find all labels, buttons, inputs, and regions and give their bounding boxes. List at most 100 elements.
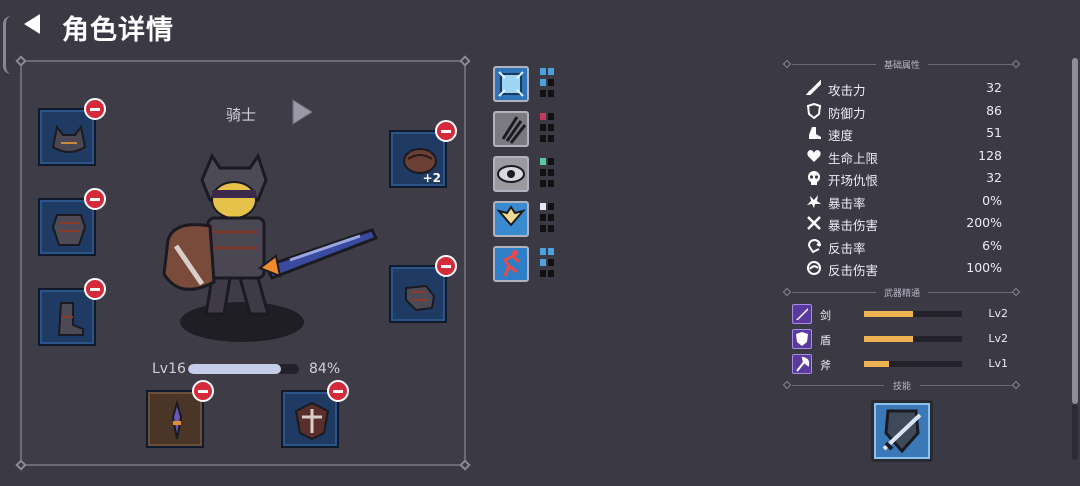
enhance-level: +2 <box>422 171 441 185</box>
section-title: 武器精通 <box>883 289 920 299</box>
skill-pip <box>540 68 546 75</box>
skill-pip <box>548 259 554 266</box>
frost-shield-skill-icon <box>498 71 524 97</box>
shield-mastery-icon <box>792 329 812 349</box>
equip-slot-weapon[interactable] <box>146 380 214 448</box>
skill-level-pips <box>540 68 556 102</box>
gauntlet-icon <box>405 284 436 312</box>
skill-slot[interactable] <box>493 66 529 102</box>
remove-equipment-button[interactable] <box>84 98 106 120</box>
skill-pip <box>540 158 546 165</box>
remove-equipment-button[interactable] <box>327 380 349 402</box>
scrollbar-track <box>1072 404 1078 460</box>
page-title: 角色详情 <box>62 15 174 46</box>
equip-slot-shield[interactable] <box>281 380 349 448</box>
section-header: 技能 <box>782 379 1021 393</box>
stat-name: 反击伤害 <box>828 263 879 278</box>
sword-icon <box>806 80 821 95</box>
equip-slot-boots[interactable] <box>38 278 106 346</box>
section-header: 基础属性 <box>782 58 1021 72</box>
remove-equipment-button[interactable] <box>84 188 106 210</box>
scrollbar-thumb[interactable] <box>1072 58 1078 404</box>
mastery-bar-fill <box>864 361 889 367</box>
stat-name: 速度 <box>828 128 854 143</box>
equip-slot-armor[interactable] <box>38 188 106 256</box>
skill-pip <box>540 90 546 97</box>
equip-slot-gloves[interactable] <box>389 255 457 323</box>
panel-corner <box>15 459 27 471</box>
crit-burst-icon <box>807 195 821 208</box>
equip-slot-helmet[interactable] <box>38 98 106 166</box>
shield-sword-skill-icon <box>882 409 922 454</box>
xp-percent: 84% <box>309 361 341 377</box>
remove-equipment-button[interactable] <box>192 380 214 402</box>
section-title: 基础属性 <box>883 61 920 71</box>
stat-value: 100% <box>966 260 1002 275</box>
equip-slot-accessory[interactable]: +2 <box>389 120 457 188</box>
skill-pip <box>540 259 546 266</box>
wings-skill-icon <box>496 205 526 227</box>
wolf-helmet-icon <box>51 124 87 153</box>
stat-value: 51 <box>986 125 1002 140</box>
back-button[interactable] <box>20 12 44 36</box>
stat-name: 开场仇恨 <box>828 173 879 188</box>
skill-pip <box>548 158 554 165</box>
class-name: 骑士 <box>226 106 257 124</box>
skill-pip <box>540 135 546 142</box>
remove-equipment-button[interactable] <box>84 278 106 300</box>
next-class-button[interactable] <box>290 98 314 126</box>
stat-row: 生命上限 128 <box>806 146 1002 166</box>
panel-corner <box>459 459 471 471</box>
mastery-level: Lv2 <box>988 307 1008 320</box>
stat-name: 暴击率 <box>828 196 866 211</box>
skill-pip <box>540 214 546 221</box>
counter-icon <box>808 238 821 254</box>
skill-pip <box>548 169 554 176</box>
remove-equipment-button[interactable] <box>435 255 457 277</box>
xp-bar-fill <box>188 364 282 374</box>
skill-pip <box>540 270 546 277</box>
stat-name: 反击率 <box>828 241 866 256</box>
axe-mastery-icon <box>792 354 812 374</box>
stat-row: 暴击率 0% <box>806 191 1002 211</box>
skill-pip <box>540 180 546 187</box>
left-edge-decoration <box>3 16 11 74</box>
stat-value: 6% <box>982 238 1002 253</box>
mastery-bar <box>864 361 962 367</box>
skill-slot[interactable] <box>493 111 529 147</box>
stat-name: 防御力 <box>828 106 866 121</box>
heart-icon <box>807 150 821 162</box>
mastery-name: 盾 <box>820 334 831 347</box>
mastery-row: 盾 Lv2 <box>792 329 1012 349</box>
skill-slot[interactable] <box>493 246 529 282</box>
skill-level-pips <box>540 113 556 147</box>
panel-corner <box>459 55 471 67</box>
mastery-bar-fill <box>864 311 913 317</box>
play-arrow-icon <box>292 99 313 125</box>
stat-row: 攻击力 32 <box>806 78 1002 98</box>
technique-slot[interactable] <box>871 400 933 462</box>
skill-pip <box>548 124 554 131</box>
skill-level-pips <box>540 203 556 237</box>
back-arrow-icon <box>24 14 40 34</box>
stat-row: 暴击伤害 200% <box>806 213 1002 233</box>
boots-icon <box>57 302 84 336</box>
skill-pip <box>540 79 546 86</box>
skill-pip <box>540 248 546 255</box>
stat-value: 32 <box>986 80 1002 95</box>
mastery-bar-fill <box>864 336 913 342</box>
counter-damage-icon <box>807 261 821 275</box>
skill-pip <box>548 68 554 75</box>
remove-equipment-button[interactable] <box>435 120 457 142</box>
stat-value: 86 <box>986 103 1002 118</box>
shield-outline-icon <box>806 103 822 119</box>
skill-pip <box>540 203 546 210</box>
eye-skill-icon <box>497 165 525 183</box>
character-level: Lv16 <box>152 361 186 377</box>
skill-pip <box>548 248 554 255</box>
stat-value: 200% <box>966 215 1002 230</box>
skill-slot[interactable] <box>493 201 529 237</box>
crossed-swords-icon <box>807 216 821 230</box>
skill-pip <box>548 214 554 221</box>
skill-slot[interactable] <box>493 156 529 192</box>
